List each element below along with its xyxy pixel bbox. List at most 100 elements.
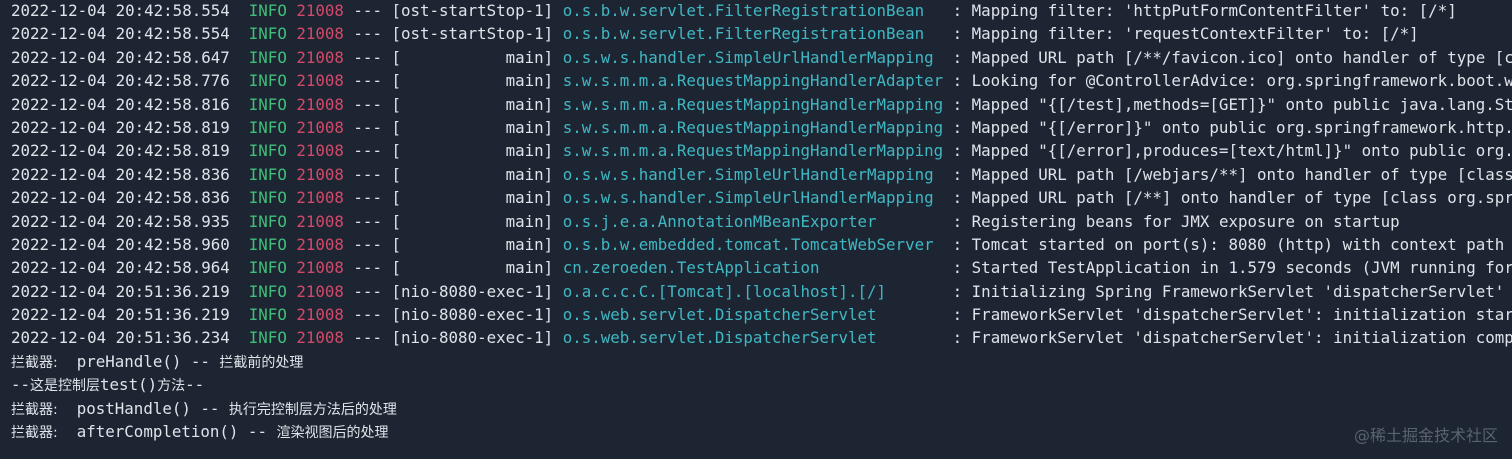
log-separator: --- [353, 305, 382, 325]
log-timestamp: 2022-12-04 20:42:58.819 [11, 141, 230, 161]
log-separator: --- [353, 258, 382, 278]
log-colon: : [952, 188, 972, 208]
log-line: 2022-12-04 20:42:58.836 INFO 21008 --- [… [11, 186, 1512, 209]
log-separator: --- [353, 141, 382, 161]
log-colon: : [952, 211, 972, 231]
log-thread: [nio-8080-exec-1] [391, 305, 554, 325]
log-level: INFO [248, 281, 287, 301]
log-thread: [ main] [391, 71, 554, 91]
log-thread: [ main] [391, 258, 554, 278]
output-text: postHandle() -- [57, 398, 229, 418]
output-line: 拦截器: postHandle() -- 执行完控制层方法后的处理 [11, 397, 1512, 420]
log-level: INFO [248, 117, 287, 137]
log-pid: 21008 [296, 164, 344, 184]
log-thread: [nio-8080-exec-1] [391, 281, 554, 301]
log-colon: : [952, 94, 972, 114]
output-text: preHandle() -- [57, 351, 220, 371]
log-line: 2022-12-04 20:42:58.960 INFO 21008 --- [… [11, 233, 1512, 256]
log-message: Mapping filter: 'requestContextFilter' t… [971, 24, 1419, 44]
log-logger: s.w.s.m.m.a.RequestMappingHandlerMapping [562, 141, 944, 161]
log-separator: --- [353, 24, 382, 44]
log-timestamp: 2022-12-04 20:42:58.935 [11, 211, 230, 231]
log-level: INFO [248, 305, 287, 325]
log-pid: 21008 [296, 24, 344, 44]
log-pid: 21008 [296, 1, 344, 20]
output-text: 拦截前的处理 [219, 354, 304, 371]
log-colon: : [952, 24, 972, 44]
log-logger: s.w.s.m.m.a.RequestMappingHandlerMapping [562, 94, 944, 114]
log-colon: : [952, 328, 972, 348]
output-line: 拦截器: preHandle() -- 拦截前的处理 [11, 350, 1512, 373]
log-level: INFO [248, 1, 287, 20]
log-line: 2022-12-04 20:42:58.819 INFO 21008 --- [… [11, 139, 1512, 162]
log-line: 2022-12-04 20:51:36.234 INFO 21008 --- [… [11, 326, 1512, 349]
log-logger: o.a.c.c.C.[Tomcat].[localhost].[/] [562, 281, 887, 301]
watermark: @稀土掘金技术社区 [1353, 426, 1498, 445]
log-logger: o.s.w.s.handler.SimpleUrlHandlerMapping [562, 47, 934, 67]
log-timestamp: 2022-12-04 20:51:36.219 [11, 281, 230, 301]
output-text: afterCompletion() -- [57, 422, 277, 442]
log-colon: : [952, 1, 972, 20]
log-timestamp: 2022-12-04 20:42:58.960 [11, 234, 230, 254]
log-level: INFO [248, 141, 287, 161]
log-colon: : [952, 141, 972, 161]
console-output[interactable]: 2022-12-04 20:42:58.554 INFO 21008 --- [… [11, 0, 1512, 459]
log-pid: 21008 [296, 94, 344, 114]
log-thread: [ost-startStop-1] [391, 24, 554, 44]
log-separator: --- [353, 1, 382, 20]
log-colon: : [952, 258, 972, 278]
log-level: INFO [248, 47, 287, 67]
log-message: Mapped "{[/error]}" onto public org.spri… [971, 117, 1512, 137]
log-timestamp: 2022-12-04 20:42:58.647 [11, 47, 230, 67]
output-text: 方法 [157, 378, 186, 395]
log-line: 2022-12-04 20:42:58.554 INFO 21008 --- [… [11, 22, 1512, 45]
log-line: 2022-12-04 20:42:58.554 INFO 21008 --- [… [11, 0, 1512, 22]
log-thread: [ main] [391, 188, 554, 208]
log-pid: 21008 [296, 234, 344, 254]
log-message: Tomcat started on port(s): 8080 (http) w… [971, 234, 1512, 254]
log-logger: o.s.j.e.a.AnnotationMBeanExporter [562, 211, 877, 231]
output-text: 拦截器: [11, 425, 58, 442]
log-message: Mapping filter: 'httpPutFormContentFilte… [971, 1, 1457, 20]
log-separator: --- [353, 94, 382, 114]
log-pid: 21008 [296, 141, 344, 161]
log-timestamp: 2022-12-04 20:42:58.836 [11, 188, 230, 208]
log-logger: o.s.b.w.servlet.FilterRegistrationBean [562, 24, 925, 44]
log-pid: 21008 [296, 258, 344, 278]
log-level: INFO [248, 24, 287, 44]
log-separator: --- [353, 164, 382, 184]
log-separator: --- [353, 234, 382, 254]
log-thread: [nio-8080-exec-1] [391, 328, 554, 348]
output-text: -- [11, 375, 31, 395]
log-pid: 21008 [296, 211, 344, 231]
log-pid: 21008 [296, 47, 344, 67]
log-message: FrameworkServlet 'dispatcherServlet': in… [971, 328, 1512, 348]
log-timestamp: 2022-12-04 20:42:58.819 [11, 117, 230, 137]
log-separator: --- [353, 211, 382, 231]
log-thread: [ost-startStop-1] [391, 1, 554, 20]
log-logger: o.s.b.w.servlet.FilterRegistrationBean [562, 1, 925, 20]
log-logger: cn.zeroeden.TestApplication [562, 258, 820, 278]
log-level: INFO [248, 94, 287, 114]
log-pid: 21008 [296, 281, 344, 301]
log-timestamp: 2022-12-04 20:42:58.554 [11, 1, 230, 20]
log-timestamp: 2022-12-04 20:42:58.836 [11, 164, 230, 184]
log-logger: o.s.w.s.handler.SimpleUrlHandlerMapping [562, 188, 934, 208]
log-line: 2022-12-04 20:42:58.964 INFO 21008 --- [… [11, 256, 1512, 279]
log-separator: --- [353, 281, 382, 301]
log-line: 2022-12-04 20:42:58.647 INFO 21008 --- [… [11, 46, 1512, 69]
log-logger: s.w.s.m.m.a.RequestMappingHandlerMapping [562, 117, 944, 137]
log-level: INFO [248, 164, 287, 184]
output-text: -- [185, 375, 205, 395]
log-level: INFO [248, 258, 287, 278]
log-level: INFO [248, 188, 287, 208]
log-logger: o.s.b.w.embedded.tomcat.TomcatWebServer [562, 234, 934, 254]
log-line: 2022-12-04 20:51:36.219 INFO 21008 --- [… [11, 303, 1512, 326]
log-thread: [ main] [391, 94, 554, 114]
log-pid: 21008 [296, 117, 344, 137]
log-level: INFO [248, 211, 287, 231]
log-logger: o.s.web.servlet.DispatcherServlet [562, 305, 877, 325]
log-timestamp: 2022-12-04 20:42:58.776 [11, 71, 230, 91]
log-timestamp: 2022-12-04 20:42:58.554 [11, 24, 230, 44]
output-line: 拦截器: afterCompletion() -- 渲染视图后的处理 [11, 420, 1512, 443]
